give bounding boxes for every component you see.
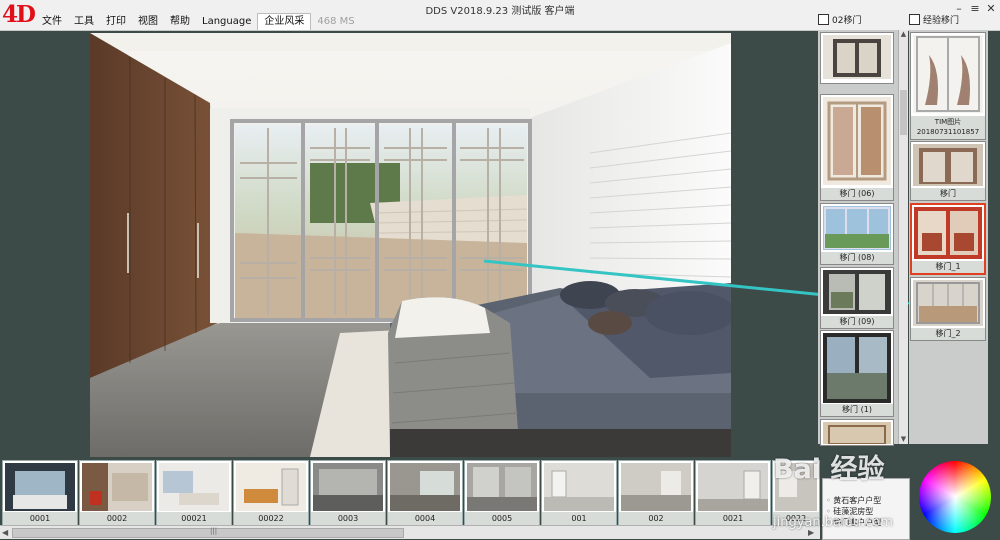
catalog-thumb-label: 移门 (09) xyxy=(821,316,893,328)
catalog-thumb-label: 移门_1 xyxy=(912,261,984,273)
catalog-thumb[interactable]: 移门 (08) xyxy=(820,203,894,265)
catalog-thumb[interactable]: 移门 xyxy=(910,141,986,201)
experience-door-catalog: TIM图片20180731101857 移门 移门_1 移门_2 xyxy=(909,30,988,444)
catalog-thumb-selected[interactable]: 移门_1 xyxy=(910,203,986,275)
catalog-thumb[interactable]: TIM图片20180731101857 xyxy=(910,32,986,140)
door-thumbnail-image xyxy=(913,144,983,186)
catalog-thumb-label: 移门 (08) xyxy=(821,252,893,264)
panel-toggle-icon[interactable] xyxy=(909,14,920,25)
panel-header-02-sliding-door[interactable]: 02移门 xyxy=(818,14,861,28)
scroll-up-icon[interactable]: ▲ xyxy=(899,30,908,39)
scroll-thumb[interactable] xyxy=(900,90,907,135)
catalog-thumb[interactable]: 移门 (09) xyxy=(820,267,894,329)
scene-thumbnail-strip: 0001 0002 00021 00022 0003 0004 0005 001… xyxy=(0,459,820,526)
scene-thumb-label: 00021 xyxy=(157,512,231,525)
scene-thumb[interactable]: 001 xyxy=(541,460,617,526)
scene-image xyxy=(544,463,614,511)
scene-thumb[interactable]: 0003 xyxy=(310,460,386,526)
catalog-scrollbar[interactable]: ▲ ▼ xyxy=(898,30,908,444)
catalog-thumb[interactable] xyxy=(820,32,894,84)
door-thumbnail-image xyxy=(914,207,982,259)
scene-thumb-label: 0001 xyxy=(3,512,77,525)
scene-thumb[interactable]: 00021 xyxy=(156,460,232,526)
scene-image xyxy=(621,463,691,511)
strip-horizontal-scrollbar[interactable]: ◀ ||| ▶ xyxy=(0,525,820,539)
door-thumbnail-image xyxy=(823,35,891,79)
catalog-thumb-label: 移门_2 xyxy=(911,328,985,340)
catalog-thumb-label: 移门 (1) xyxy=(821,404,893,416)
scene-image xyxy=(467,463,537,511)
door-thumbnail-image xyxy=(913,280,983,326)
scene-image xyxy=(698,463,768,511)
scene-thumb-label: 0004 xyxy=(388,512,462,525)
door-thumbnail-image xyxy=(913,35,983,113)
catalog-thumb[interactable] xyxy=(820,419,894,446)
scroll-grip-icon: ||| xyxy=(210,527,218,535)
scene-thumb-label: 0003 xyxy=(311,512,385,525)
door-thumbnail-image xyxy=(823,97,891,185)
scene-image xyxy=(159,463,229,511)
panel-header-experience-door[interactable]: 经验移门 xyxy=(909,14,959,28)
scene-thumb[interactable]: 00022 xyxy=(233,460,309,526)
scene-thumb-label: 002 xyxy=(619,512,693,525)
scene-thumb-label: 0005 xyxy=(465,512,539,525)
door-thumbnail-image xyxy=(823,422,891,444)
catalog-thumb[interactable]: 移门_2 xyxy=(910,277,986,341)
scroll-thumb[interactable] xyxy=(12,528,404,538)
scene-thumb-label: 0002 xyxy=(80,512,154,525)
catalog-thumb[interactable]: 移门 (1) xyxy=(820,330,894,417)
scroll-down-icon[interactable]: ▼ xyxy=(899,435,908,444)
color-wheel-icon[interactable] xyxy=(919,461,991,533)
scene-image xyxy=(390,463,460,511)
scene-image xyxy=(5,463,75,511)
scene-thumb-label: 00022 xyxy=(234,512,308,525)
door-thumbnail-image xyxy=(823,270,891,314)
scene-image xyxy=(82,463,152,511)
catalog-thumb-label: 移门 xyxy=(911,188,985,200)
panel-toggle-icon[interactable] xyxy=(818,14,829,25)
scene-thumb[interactable]: 0021 xyxy=(695,460,771,526)
scene-image xyxy=(313,463,383,511)
scene-thumb[interactable]: 0005 xyxy=(464,460,540,526)
scene-thumb[interactable]: 0002 xyxy=(79,460,155,526)
scene-thumb-label: 001 xyxy=(542,512,616,525)
door-thumbnail-image xyxy=(823,333,891,403)
scene-image xyxy=(236,463,306,511)
door-thumbnail-image xyxy=(823,206,891,250)
scene-thumb[interactable]: 0001 xyxy=(2,460,78,526)
catalog-thumb[interactable]: 移门 (06) xyxy=(820,94,894,201)
catalog-thumb-label: TIM图片20180731101857 xyxy=(911,116,985,139)
scroll-left-icon[interactable]: ◀ xyxy=(2,526,8,539)
scene-thumb-label: 0021 xyxy=(696,512,770,525)
scene-thumb[interactable]: 0004 xyxy=(387,460,463,526)
catalog-thumb-label: 移门 (06) xyxy=(821,188,893,200)
scene-thumb[interactable]: 002 xyxy=(618,460,694,526)
sliding-door-catalog: 移门 (06) 移门 (08) 移门 (09) 移门 (1) ▲ ▼ xyxy=(818,30,908,446)
